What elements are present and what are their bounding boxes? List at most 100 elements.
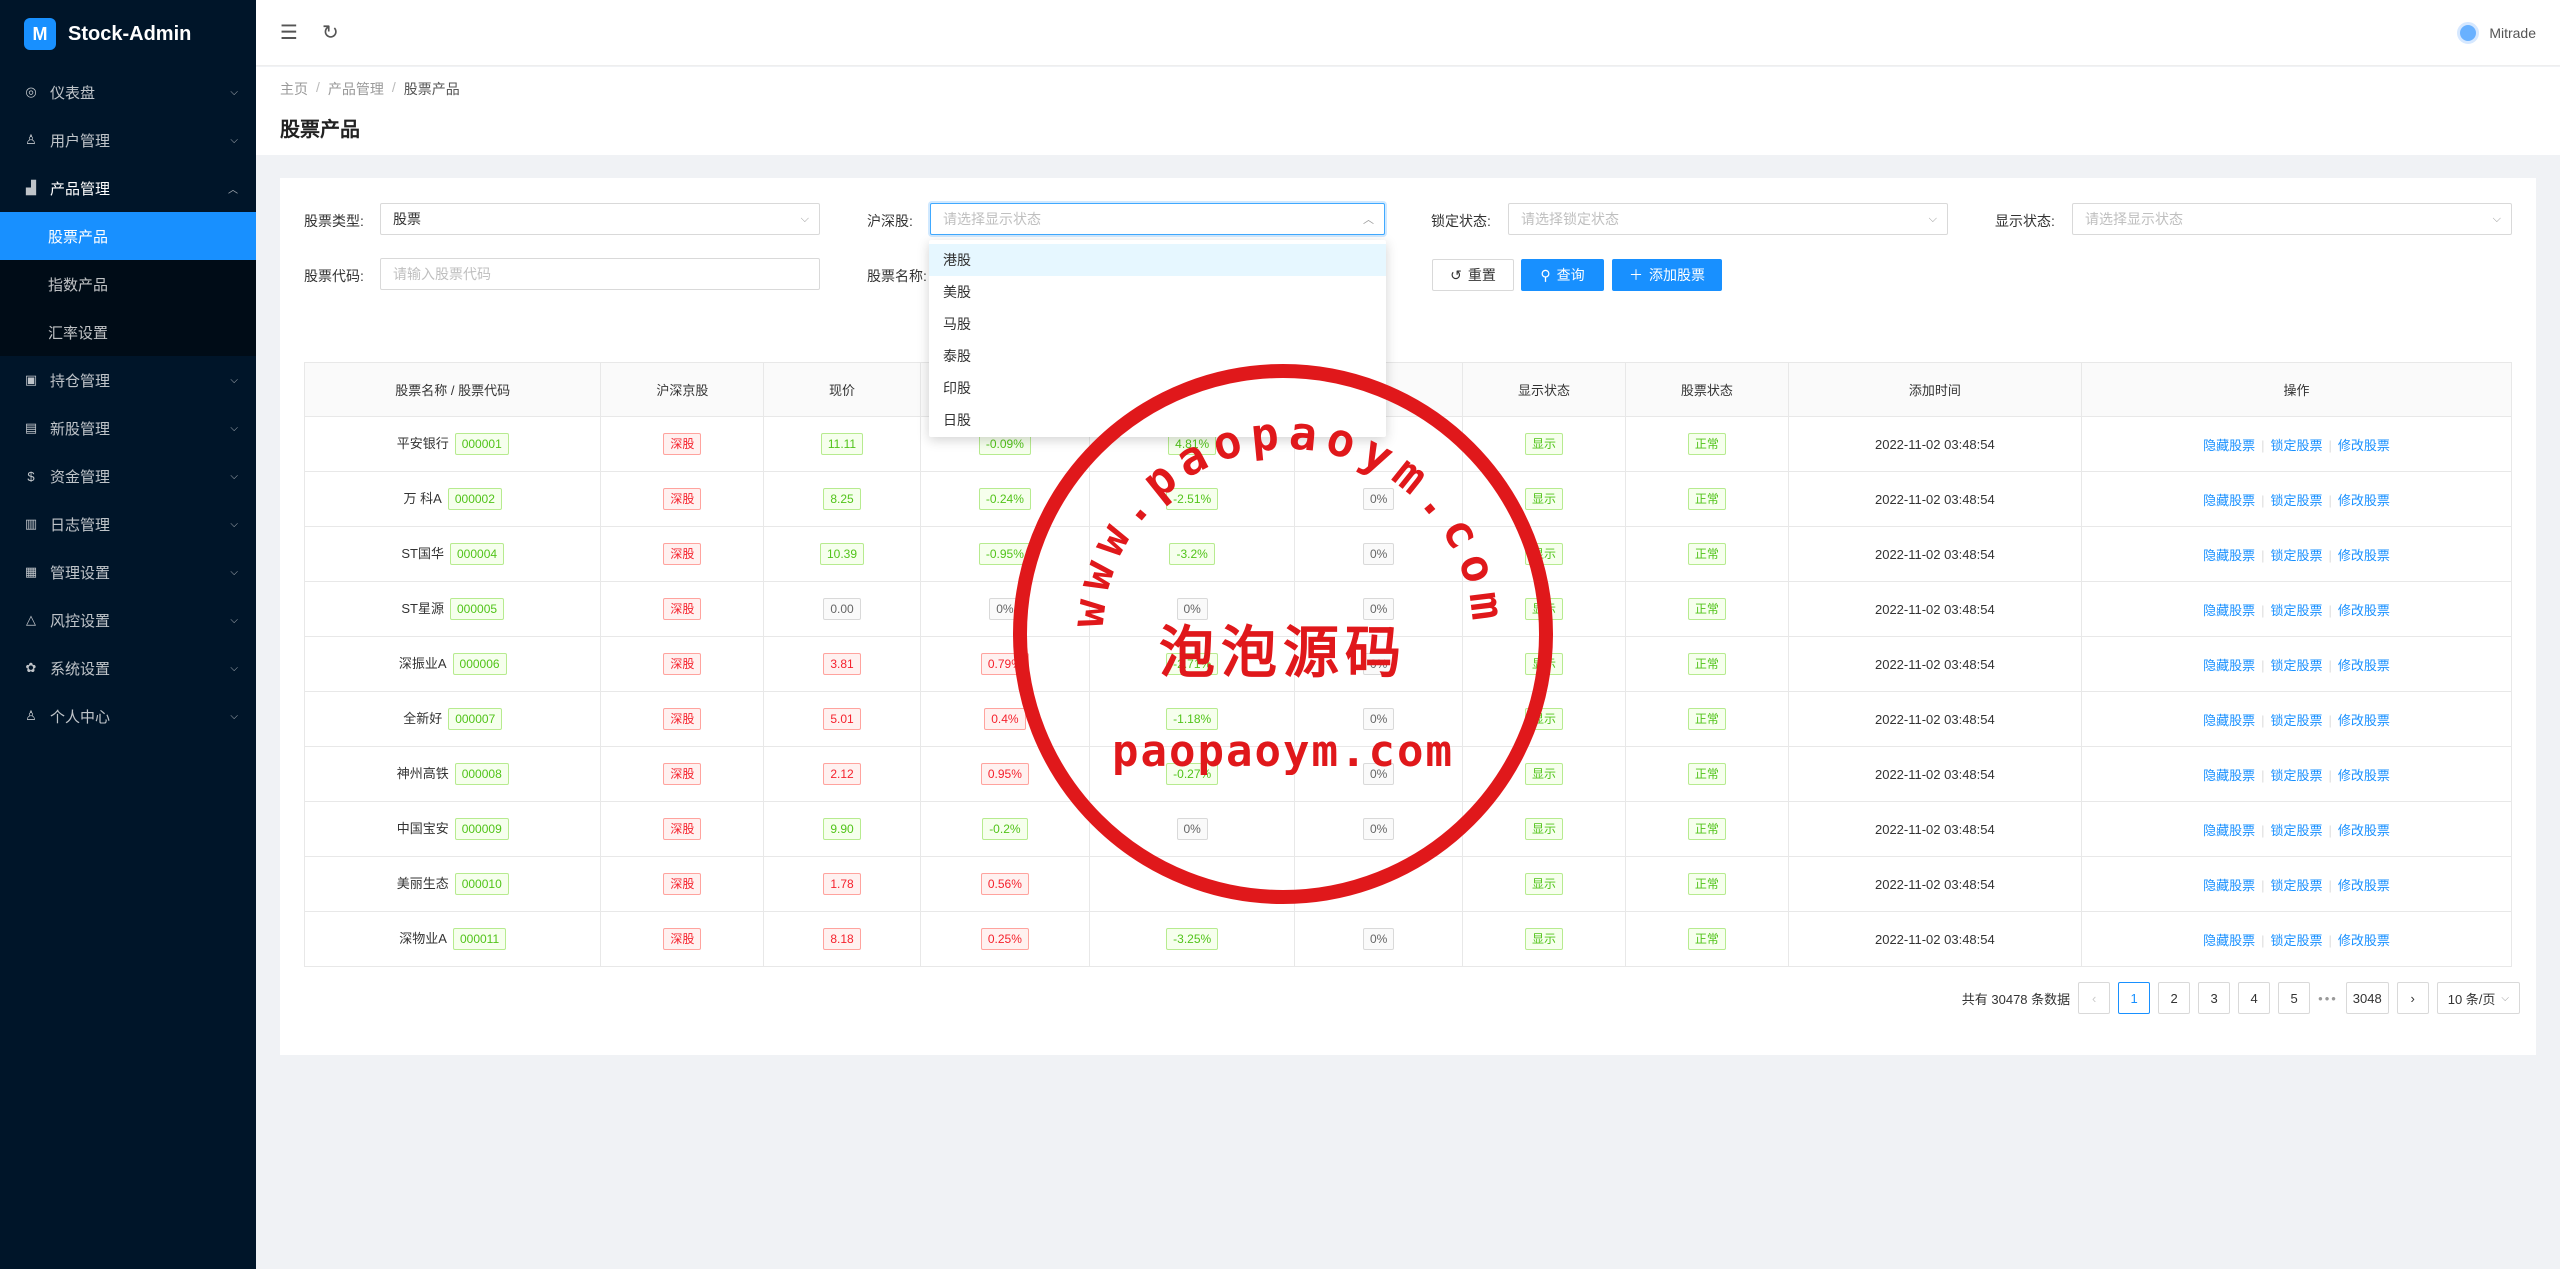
lock-stock-link[interactable]: 锁定股票 <box>2270 933 2322 948</box>
stock-code-badge: 000009 <box>454 818 509 840</box>
rate-cell: 0% <box>1294 746 1464 802</box>
lock-stock-link[interactable]: 锁定股票 <box>2270 493 2322 508</box>
table-row: 万 科A 000002 深股 8.25 -0.24% -2.51% 0% 显示 正常 2022-1… <box>303 471 2513 527</box>
hide-stock-link[interactable]: 隐藏股票 <box>2203 823 2255 838</box>
edit-stock-link[interactable]: 修改股票 <box>2338 493 2390 508</box>
prev-page-icon[interactable]: ‹ <box>2078 982 2111 1014</box>
sidebar-item-label: 新股管理 <box>50 420 111 438</box>
lock-stock-link[interactable]: 锁定股票 <box>2270 603 2322 618</box>
market-placeholder: 请选择显示状态 <box>943 211 1041 227</box>
lock-stock-link[interactable]: 锁定股票 <box>2270 768 2322 783</box>
sidebar-item-1[interactable]: ♙ 用户管理 ⌵ <box>0 116 256 164</box>
stock-code-badge: 000004 <box>450 543 505 565</box>
dropdown-option[interactable]: 日股 <box>929 404 1386 436</box>
stock-type-select[interactable]: 股票 ⌵ <box>380 203 820 235</box>
hide-stock-link[interactable]: 隐藏股票 <box>2203 933 2255 948</box>
page-5[interactable]: 5 <box>2278 982 2311 1014</box>
lock-status-select[interactable]: 请选择锁定状态 ⌵ <box>1508 203 1948 235</box>
edit-stock-link[interactable]: 修改股票 <box>2338 823 2390 838</box>
stock-name: 美丽生态 <box>396 876 449 891</box>
hide-stock-link[interactable]: 隐藏股票 <box>2203 603 2255 618</box>
display-cell: 显示 <box>1462 636 1626 692</box>
display-status-select[interactable]: 请选择显示状态 ⌵ <box>2072 203 2512 235</box>
reset-button[interactable]: ↺ 重置 <box>1432 259 1514 291</box>
hide-stock-link[interactable]: 隐藏股票 <box>2203 438 2255 453</box>
edit-stock-link[interactable]: 修改股票 <box>2338 658 2390 673</box>
menu-collapse-icon[interactable]: ☰ <box>280 20 298 45</box>
market-select[interactable]: 请选择显示状态 ︿ <box>930 203 1385 235</box>
dropdown-option[interactable]: 马股 <box>929 308 1386 340</box>
page-4[interactable]: 4 <box>2238 982 2271 1014</box>
change-badge: 0.79% <box>980 653 1029 675</box>
sidebar-item-9[interactable]: ✿ 系统设置 ⌵ <box>0 644 256 692</box>
edit-stock-link[interactable]: 修改股票 <box>2338 768 2390 783</box>
search-button[interactable]: ⚲ 查询 <box>1521 259 1604 291</box>
dropdown-option[interactable]: 港股 <box>929 244 1386 276</box>
edit-stock-link[interactable]: 修改股票 <box>2338 548 2390 563</box>
hide-stock-link[interactable]: 隐藏股票 <box>2203 658 2255 673</box>
dropdown-option[interactable]: 美股 <box>929 276 1386 308</box>
market-badge: 深股 <box>663 653 702 675</box>
price-cell: 8.18 <box>763 911 921 967</box>
lock-stock-link[interactable]: 锁定股票 <box>2270 878 2322 893</box>
dropdown-option[interactable]: 泰股 <box>929 340 1386 372</box>
lock-stock-link[interactable]: 锁定股票 <box>2270 548 2322 563</box>
table-body: 平安银行 000001 深股 11.11 -0.09% 4.81% 显示 正常 2022-11-… <box>303 416 2513 967</box>
edit-stock-link[interactable]: 修改股票 <box>2338 713 2390 728</box>
hide-stock-link[interactable]: 隐藏股票 <box>2203 493 2255 508</box>
column-header: 沪深京股 <box>600 362 765 417</box>
sidebar-item-label: 用户管理 <box>50 132 111 150</box>
page-2[interactable]: 2 <box>2158 982 2191 1014</box>
sidebar-item-3[interactable]: ▣ 持仓管理 ⌵ <box>0 356 256 404</box>
hide-stock-link[interactable]: 隐藏股票 <box>2203 713 2255 728</box>
pagination-ellipsis[interactable]: ••• <box>2318 991 2338 1006</box>
stock-code-input[interactable]: 请输入股票代码 <box>380 258 820 290</box>
sidebar-item-6[interactable]: ▥ 日志管理 ⌵ <box>0 500 256 548</box>
chevron-down-icon: ⌵ <box>230 86 238 98</box>
sidebar-item-8[interactable]: △ 风控设置 ⌵ <box>0 596 256 644</box>
lock-stock-link[interactable]: 锁定股票 <box>2270 823 2322 838</box>
sidebar-item-2[interactable]: ▟ 产品管理 ︿ <box>0 164 256 212</box>
sidebar-item-4[interactable]: ▤ 新股管理 ⌵ <box>0 404 256 452</box>
status-cell: 正常 <box>1624 636 1789 692</box>
user-name[interactable]: Mitrade <box>2489 25 2536 41</box>
sidebar-item-7[interactable]: ▦ 管理设置 ⌵ <box>0 548 256 596</box>
breadcrumb-home[interactable]: 主页 <box>280 79 308 99</box>
edit-stock-link[interactable]: 修改股票 <box>2338 438 2390 453</box>
divider: | <box>2328 877 2332 893</box>
sidebar-item-0[interactable]: ◎ 仪表盘 ⌵ <box>0 68 256 116</box>
edit-stock-link[interactable]: 修改股票 <box>2338 603 2390 618</box>
lock-stock-link[interactable]: 锁定股票 <box>2270 658 2322 673</box>
avatar[interactable] <box>2457 21 2480 44</box>
logo[interactable]: M Stock-Admin <box>0 0 256 68</box>
breadcrumb-product[interactable]: 产品管理 <box>328 79 384 99</box>
page-size-select[interactable]: 10 条/页 ⌵ <box>2436 982 2520 1014</box>
submenu-item[interactable]: 股票产品 <box>0 212 256 260</box>
market-badge: 深股 <box>663 598 702 620</box>
change2-cell: 0% <box>1089 801 1296 857</box>
page-1[interactable]: 1 <box>2118 982 2151 1014</box>
user-menu[interactable]: Mitrade <box>2457 21 2536 44</box>
price-badge: 10.39 <box>819 543 864 565</box>
stock-name: 中国宝安 <box>396 821 449 836</box>
page-last[interactable]: 3048 <box>2345 982 2389 1014</box>
add-stock-button[interactable]: ＋ 添加股票 <box>1612 259 1722 291</box>
submenu-item[interactable]: 指数产品 <box>0 260 256 308</box>
submenu-item[interactable]: 汇率设置 <box>0 308 256 356</box>
lock-stock-link[interactable]: 锁定股票 <box>2270 713 2322 728</box>
edit-stock-link[interactable]: 修改股票 <box>2338 933 2390 948</box>
hide-stock-link[interactable]: 隐藏股票 <box>2203 878 2255 893</box>
next-page-icon[interactable]: › <box>2396 982 2429 1014</box>
hide-stock-link[interactable]: 隐藏股票 <box>2203 548 2255 563</box>
page-3[interactable]: 3 <box>2198 982 2231 1014</box>
rate-badge: 0% <box>1362 543 1395 565</box>
edit-stock-link[interactable]: 修改股票 <box>2338 878 2390 893</box>
lock-stock-link[interactable]: 锁定股票 <box>2270 438 2322 453</box>
dropdown-option[interactable]: 印股 <box>929 372 1386 404</box>
sidebar-item-5[interactable]: $ 资金管理 ⌵ <box>0 452 256 500</box>
sidebar-item-10[interactable]: ♙ 个人中心 ⌵ <box>0 692 256 740</box>
table-row: 深振业A 000006 深股 3.81 0.79% -2.71% 0% 显示 正常 2022-11… <box>303 636 2513 692</box>
hide-stock-link[interactable]: 隐藏股票 <box>2203 768 2255 783</box>
refresh-icon[interactable]: ↻ <box>322 20 339 45</box>
stock-status-badge: 正常 <box>1687 708 1726 730</box>
